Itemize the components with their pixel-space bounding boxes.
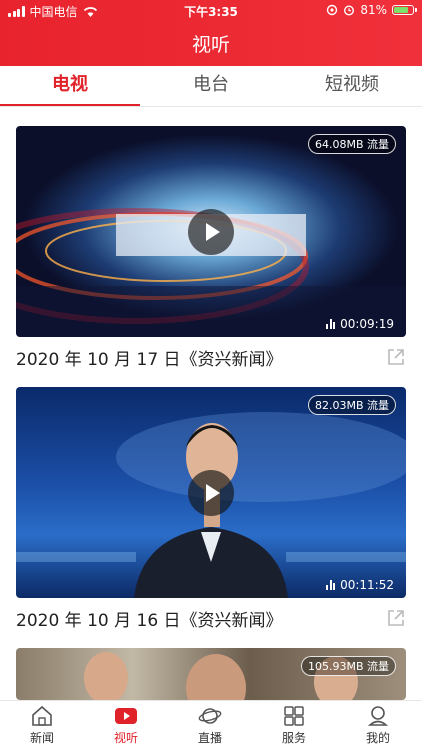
duration-text: 00:11:52 <box>340 578 394 592</box>
tabbar-item-mine[interactable]: 我的 <box>336 705 420 746</box>
data-size-badge: 64.08MB 流量 <box>307 134 396 154</box>
tabbar-item-audiovisual[interactable]: 视听 <box>84 705 168 746</box>
video-thumbnail[interactable]: 105.93MB 流量 <box>16 648 406 700</box>
share-icon[interactable] <box>386 347 406 367</box>
tab-bar-top: 电视 电台 短视频 <box>0 66 422 107</box>
home-icon <box>32 705 52 726</box>
video-card[interactable]: 82.03MB 流量 00:11:52 2020 年 10 月 16 日《资兴新… <box>16 387 406 636</box>
audio-bars-icon <box>326 319 336 329</box>
planet-icon <box>198 708 222 724</box>
status-bar: 中国电信 下午3:35 81% <box>0 0 422 22</box>
tabbar-label: 我的 <box>365 731 390 745</box>
duration-text: 00:09:19 <box>340 317 394 331</box>
battery-percent: 81% <box>360 3 387 17</box>
tabbar-item-services[interactable]: 服务 <box>252 705 336 746</box>
tabbar-item-live[interactable]: 直播 <box>168 705 252 746</box>
lock-rotation-icon <box>327 4 338 16</box>
page-title: 视听 <box>191 34 230 56</box>
video-duration: 00:09:19 <box>326 317 394 331</box>
tab-radio[interactable]: 电台 <box>141 66 281 106</box>
play-button[interactable] <box>188 208 234 255</box>
video-title[interactable]: 2020 年 10 月 17 日《资兴新闻》 <box>16 345 283 370</box>
tabbar-label: 直播 <box>197 731 222 745</box>
tabbar-item-news[interactable]: 新闻 <box>0 705 84 746</box>
battery-icon <box>392 5 417 15</box>
tab-short-video[interactable]: 短视频 <box>282 66 422 106</box>
tab-tv[interactable]: 电视 <box>0 66 140 106</box>
tabbar-label: 服务 <box>281 731 306 745</box>
alarm-icon <box>344 5 355 16</box>
play-video-icon <box>115 708 137 724</box>
tabbar-label: 视听 <box>113 731 138 745</box>
video-duration: 00:11:52 <box>326 578 394 592</box>
data-size-badge: 82.03MB 流量 <box>307 395 396 415</box>
app-header: 中国电信 下午3:35 81% 视听 <box>0 0 422 66</box>
video-title[interactable]: 2020 年 10 月 16 日《资兴新闻》 <box>16 606 283 631</box>
grid-icon <box>284 706 304 726</box>
video-card[interactable]: 105.93MB 流量 <box>16 648 406 700</box>
audio-bars-icon <box>326 580 336 590</box>
tabbar-label: 新闻 <box>29 731 54 745</box>
video-thumbnail[interactable]: 82.03MB 流量 00:11:52 <box>16 387 406 598</box>
video-card[interactable]: 64.08MB 流量 00:09:19 2020 年 10 月 17 日《资兴新… <box>16 126 406 375</box>
user-icon <box>367 706 389 726</box>
video-thumbnail[interactable]: 64.08MB 流量 00:09:19 <box>16 126 406 337</box>
play-button[interactable] <box>188 469 234 516</box>
share-icon[interactable] <box>386 608 406 628</box>
data-size-badge: 105.93MB 流量 <box>300 656 396 676</box>
bottom-tab-bar: 新闻 视听 直播 服务 我的 <box>0 700 422 751</box>
